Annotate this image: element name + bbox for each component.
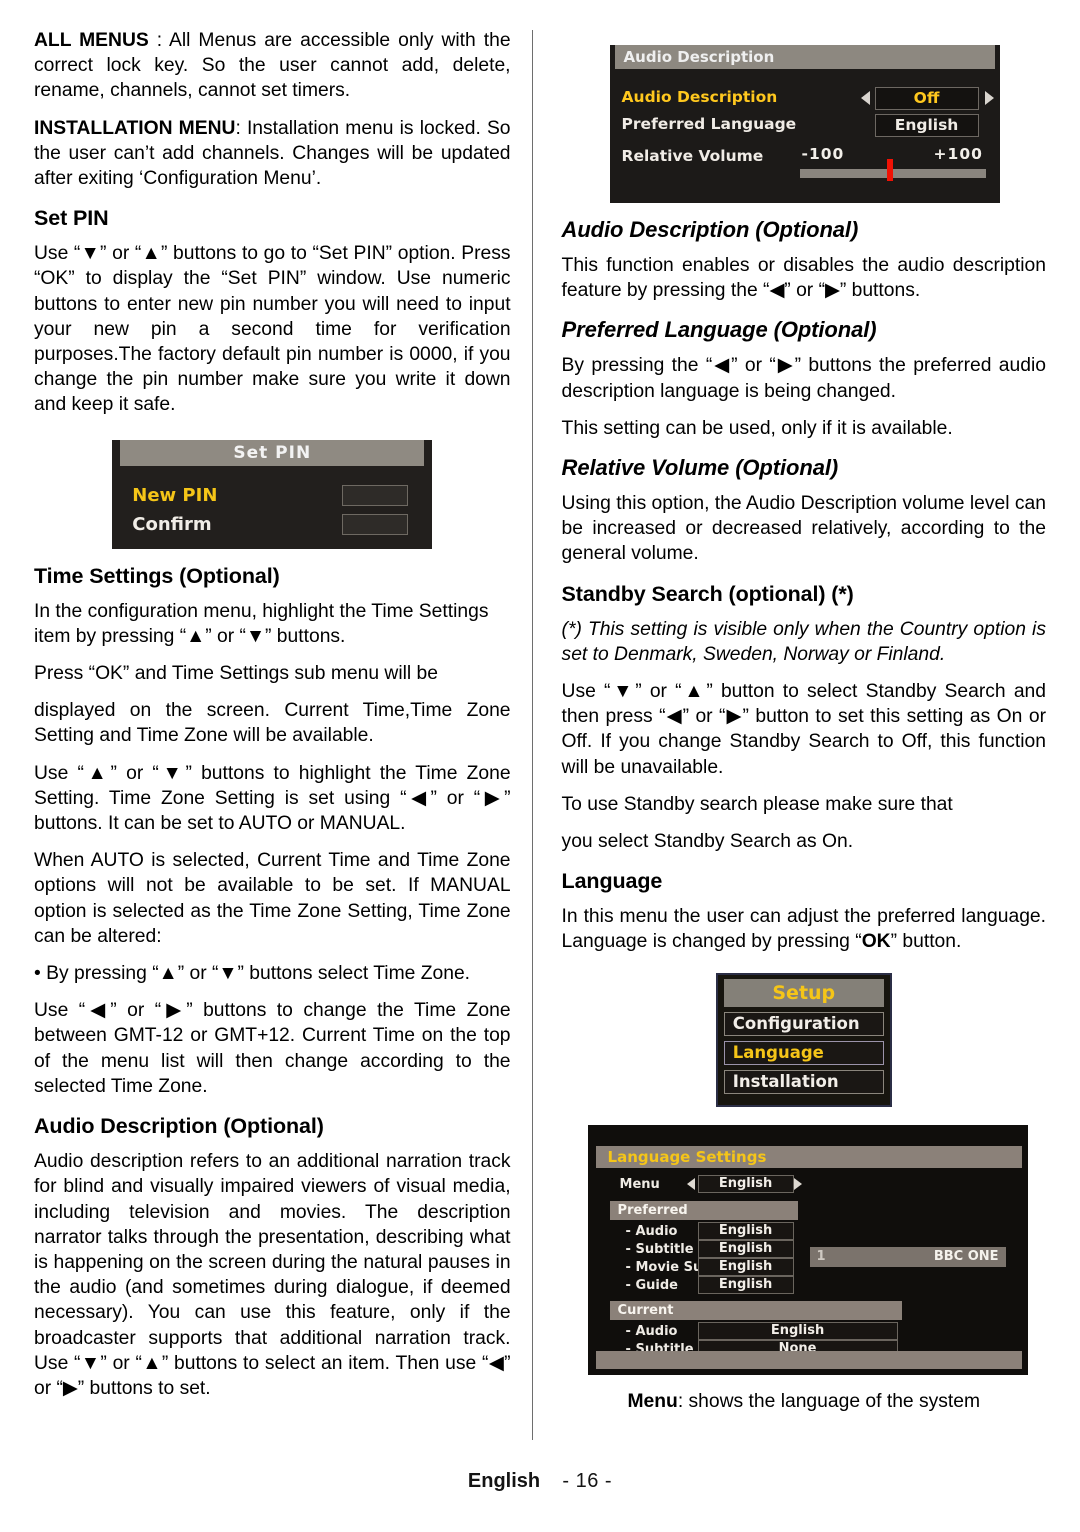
channel-name: BBC ONE bbox=[933, 1248, 999, 1264]
paragraph-standby-note: (*) This setting is visible only when th… bbox=[561, 618, 1046, 665]
preferred-movie-subtitle-value[interactable]: English bbox=[697, 1257, 794, 1276]
heading-language: Language bbox=[561, 869, 663, 894]
paragraph-audio-description-left: Audio description refers to an additiona… bbox=[34, 1151, 511, 1399]
paragraph-audio-description-right: This function enables or disables the au… bbox=[561, 255, 1046, 302]
paragraph-time-e: When AUTO is selected, Current Time and … bbox=[34, 850, 511, 947]
preferred-subtitle-label: - Subtitle bbox=[625, 1241, 694, 1257]
paragraph-standby-b: To use Standby search please make sure t… bbox=[561, 793, 953, 815]
left-arrow-icon[interactable] bbox=[860, 91, 870, 105]
footer-language: English bbox=[467, 1470, 541, 1492]
preferred-guide-label: - Guide bbox=[625, 1277, 678, 1293]
paragraph-language-a: In this menu the user can adjust the pre… bbox=[561, 906, 1046, 953]
set-pin-new-pin-label: New PIN bbox=[132, 484, 218, 506]
audio-description-osd-screenshot: Audio Description Audio Description Off … bbox=[609, 45, 1000, 203]
preferred-guide-value[interactable]: English bbox=[697, 1275, 794, 1294]
caption-menu: Menu: shows the language of the system bbox=[562, 1389, 1046, 1414]
page-footer: English - 16 - bbox=[0, 1470, 1080, 1493]
channel-banner: 1 BBC ONE bbox=[809, 1246, 1006, 1267]
heading-preferred-language: Preferred Language (Optional) bbox=[561, 317, 877, 343]
current-audio-label: - Audio bbox=[625, 1323, 678, 1339]
osd-volume-min-label: -100 bbox=[801, 145, 845, 163]
preferred-subtitle-value[interactable]: English bbox=[697, 1239, 794, 1258]
osd-row-label-preferred-language: Preferred Language bbox=[621, 115, 797, 133]
setup-osd-screenshot: Setup Configuration Language Installatio… bbox=[715, 972, 892, 1107]
paragraph-language: In this menu the user can adjust the pre… bbox=[562, 904, 1046, 954]
paragraph-standby-c: you select Standby Search as On. bbox=[561, 831, 854, 853]
channel-number: 1 bbox=[816, 1248, 826, 1264]
current-audio-value[interactable]: English bbox=[697, 1321, 898, 1340]
page: ALL MENUS : All Menus are accessible onl… bbox=[0, 0, 1080, 1532]
paragraph-time-c: displayed on the screen. Current Time,Ti… bbox=[34, 700, 511, 747]
set-pin-osd-screenshot: Set PIN New PIN Confirm bbox=[112, 439, 433, 549]
paragraph-time-b: Press “OK” and Time Settings sub menu wi… bbox=[34, 663, 439, 685]
osd-value-audio-description[interactable]: Off bbox=[874, 87, 979, 110]
set-pin-new-pin-field[interactable] bbox=[342, 484, 409, 506]
left-column: ALL MENUS : All Menus are accessible onl… bbox=[34, 28, 519, 1448]
paragraph-set-pin: Use “▼” or “▲” buttons to go to “Set PIN… bbox=[34, 243, 511, 416]
installation-menu-term: INSTALLATION MENU bbox=[34, 117, 236, 139]
right-arrow-icon[interactable] bbox=[793, 1177, 802, 1190]
language-section-current: Current bbox=[609, 1300, 902, 1320]
osd-row-label-audio-description: Audio Description bbox=[621, 88, 778, 106]
osd-row-label-relative-volume: Relative Volume bbox=[621, 147, 764, 165]
paragraph-relative-volume: Using this option, the Audio Description… bbox=[561, 493, 1046, 565]
left-arrow-icon[interactable] bbox=[686, 1177, 695, 1190]
audio-description-osd-title: Audio Description bbox=[614, 45, 995, 69]
footer-page-number: - 16 - bbox=[562, 1470, 613, 1492]
language-settings-osd-title: Language Settings bbox=[595, 1145, 1022, 1168]
paragraph-time-a: In the configuration menu, highlight the… bbox=[34, 600, 489, 647]
ok-button-term: OK bbox=[861, 931, 891, 953]
right-arrow-icon[interactable] bbox=[984, 91, 994, 105]
paragraph-time-g: Use “◀” or “▶” buttons to change the Tim… bbox=[34, 1000, 511, 1097]
osd-volume-slider-knob[interactable] bbox=[886, 159, 893, 181]
caption-menu-term: Menu bbox=[627, 1390, 678, 1412]
heading-audio-description-right: Audio Description (Optional) bbox=[561, 217, 859, 242]
paragraph-installation-menu: INSTALLATION MENU: Installation menu is … bbox=[34, 116, 511, 192]
language-settings-osd-footer-bar bbox=[595, 1350, 1022, 1369]
language-menu-label: Menu bbox=[619, 1176, 660, 1192]
heading-audio-description-left: Audio Description (Optional) bbox=[34, 1114, 324, 1139]
heading-set-pin: Set PIN bbox=[34, 206, 109, 231]
heading-relative-volume: Relative Volume (Optional) bbox=[561, 455, 839, 481]
osd-volume-slider-track[interactable] bbox=[799, 169, 986, 178]
language-menu-value[interactable]: English bbox=[697, 1174, 794, 1193]
setup-menu-item-installation[interactable]: Installation bbox=[723, 1069, 884, 1094]
setup-menu-item-language[interactable]: Language bbox=[723, 1040, 884, 1065]
osd-volume-max-label: +100 bbox=[933, 145, 983, 163]
heading-standby-search: Standby Search (optional) (*) bbox=[561, 581, 854, 606]
paragraph-time-f: • By pressing “▲” or “▼” buttons select … bbox=[34, 963, 471, 985]
preferred-audio-label: - Audio bbox=[625, 1223, 678, 1239]
setup-osd-title: Setup bbox=[723, 978, 884, 1007]
paragraph-time-d: Use “▲” or “▼” buttons to highlight the … bbox=[34, 762, 511, 835]
set-pin-confirm-label: Confirm bbox=[132, 513, 212, 535]
set-pin-osd-title: Set PIN bbox=[120, 439, 425, 466]
language-settings-osd-screenshot: Language Settings Menu English Preferred… bbox=[587, 1124, 1028, 1375]
column-divider bbox=[532, 30, 533, 1440]
preferred-audio-value[interactable]: English bbox=[697, 1221, 794, 1240]
setup-menu-item-configuration[interactable]: Configuration bbox=[723, 1011, 884, 1036]
paragraph-preferred-language-a: By pressing the “◀” or “▶” buttons the p… bbox=[561, 355, 1046, 402]
caption-menu-text: : shows the language of the system bbox=[677, 1390, 981, 1412]
language-section-preferred: Preferred bbox=[609, 1200, 798, 1220]
paragraph-standby-a: Use “▼” or “▲” button to select Standby … bbox=[561, 681, 1046, 778]
heading-time-settings: Time Settings (Optional) bbox=[34, 563, 280, 588]
paragraph-preferred-language-b: This setting can be used, only if it is … bbox=[561, 417, 953, 439]
paragraph-all-menus: ALL MENUS : All Menus are accessible onl… bbox=[34, 28, 511, 104]
set-pin-confirm-field[interactable] bbox=[342, 513, 409, 535]
all-menus-term: ALL MENUS bbox=[34, 30, 149, 51]
right-column: Audio Description Audio Description Off … bbox=[562, 28, 1046, 1448]
paragraph-language-b: ” button. bbox=[890, 931, 962, 953]
osd-value-preferred-language[interactable]: English bbox=[874, 114, 979, 137]
two-column-body: ALL MENUS : All Menus are accessible onl… bbox=[34, 28, 1046, 1448]
